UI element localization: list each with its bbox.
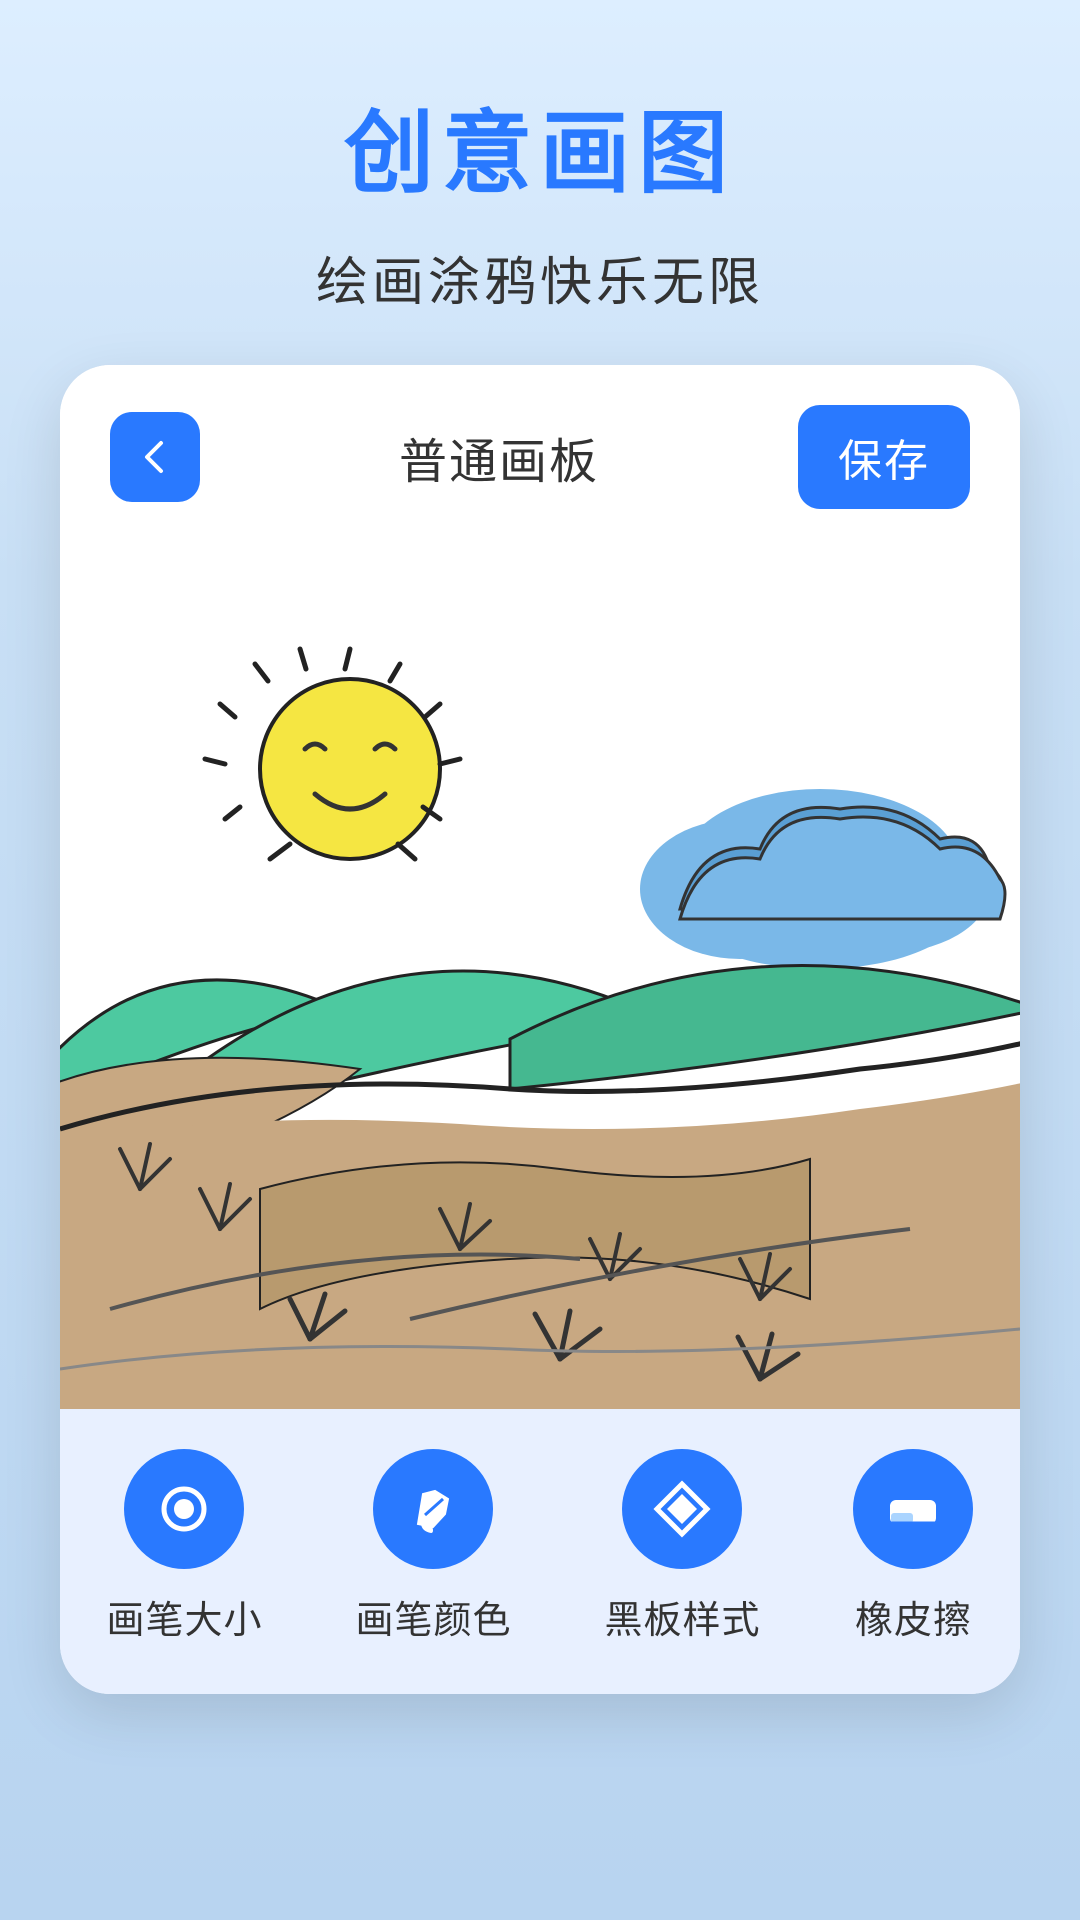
pen-color-label: 画笔颜色	[355, 1589, 511, 1644]
board-style-icon	[652, 1479, 712, 1539]
tool-eraser[interactable]: 橡皮擦	[853, 1449, 973, 1644]
drawing-card: 普通画板 保存	[60, 365, 1020, 1694]
back-button[interactable]	[110, 412, 200, 502]
pen-size-label: 画笔大小	[106, 1589, 262, 1644]
canvas-area[interactable]	[60, 549, 1020, 1409]
board-style-label: 黑板样式	[604, 1589, 760, 1644]
pen-color-icon-bg	[373, 1449, 493, 1569]
tool-pen-size[interactable]: 画笔大小	[106, 1449, 262, 1644]
board-style-icon-bg	[622, 1449, 742, 1569]
toolbar: 画笔大小 画笔颜色 黑板样式	[60, 1409, 1020, 1694]
back-icon	[135, 437, 175, 477]
eraser-icon	[883, 1479, 943, 1539]
sub-title: 绘画涂鸦快乐无限	[0, 240, 1080, 315]
eraser-icon-bg	[853, 1449, 973, 1569]
card-header: 普通画板 保存	[60, 365, 1020, 549]
card-title: 普通画板	[399, 422, 599, 492]
tool-pen-color[interactable]: 画笔颜色	[355, 1449, 511, 1644]
eraser-label: 橡皮擦	[855, 1589, 972, 1644]
header-section: 创意画图 绘画涂鸦快乐无限	[0, 0, 1080, 365]
drawing-canvas	[60, 549, 1020, 1409]
pen-size-icon	[154, 1479, 214, 1539]
pen-color-icon	[403, 1479, 463, 1539]
save-button[interactable]: 保存	[798, 405, 970, 509]
pen-size-icon-bg	[124, 1449, 244, 1569]
tool-board-style[interactable]: 黑板样式	[604, 1449, 760, 1644]
main-title: 创意画图	[0, 80, 1080, 210]
